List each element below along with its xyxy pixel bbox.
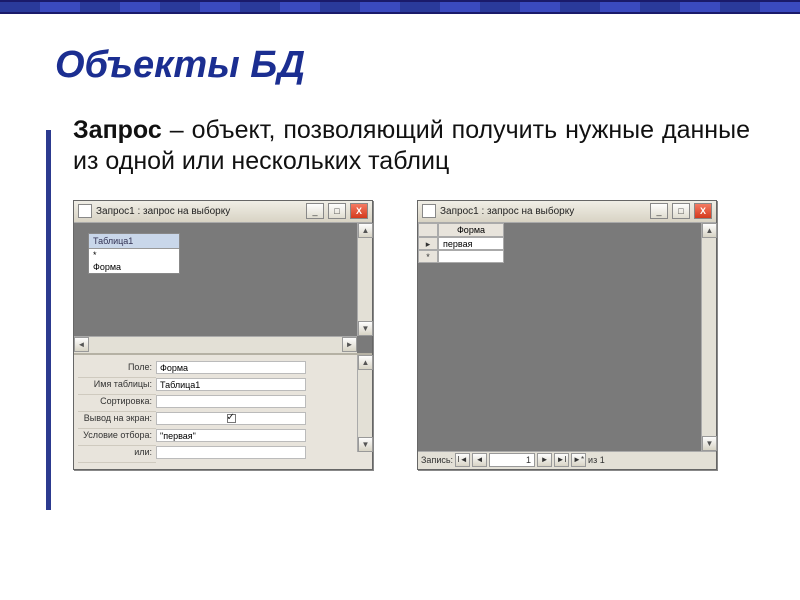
prop-value-or[interactable] [156, 446, 306, 459]
field-row[interactable]: * [89, 249, 179, 261]
slide-content: Объекты БД Запрос – объект, позволяющий … [0, 14, 800, 470]
nav-first-button[interactable]: I◄ [455, 453, 470, 467]
vertical-scrollbar[interactable]: ▲ ▼ [701, 223, 716, 451]
vertical-scrollbar[interactable]: ▲ ▼ [357, 355, 372, 451]
nav-last-button[interactable]: ►I [554, 453, 569, 467]
minimize-button[interactable]: _ [306, 203, 324, 219]
checkbox-icon[interactable] [227, 414, 236, 423]
decorative-top-bar [0, 0, 800, 14]
datasheet-body[interactable]: Форма ▸ первая * ▲ ▼ Запись: [418, 223, 716, 469]
table-fieldlist[interactable]: Таблица1 * Форма [88, 233, 180, 274]
term: Запрос [73, 116, 162, 144]
cell-value[interactable] [438, 250, 504, 263]
table-row[interactable]: ▸ первая [418, 237, 504, 250]
window-title: Запрос1 : запрос на выборку [440, 206, 646, 217]
vertical-scrollbar[interactable]: ▲ ▼ [357, 223, 372, 337]
nav-current-record[interactable]: 1 [489, 453, 535, 467]
titlebar[interactable]: Запрос1 : запрос на выборку _ □ X [74, 201, 372, 223]
scroll-down-icon[interactable]: ▼ [358, 437, 373, 452]
design-grid: Поле: Форма Имя таблицы: Таблица1 Сортир… [74, 355, 372, 468]
app-icon [78, 204, 92, 218]
property-grid: Поле: Форма Имя таблицы: Таблица1 Сортир… [78, 361, 368, 462]
nav-total: из 1 [588, 455, 605, 465]
scroll-down-icon[interactable]: ▼ [358, 321, 373, 336]
scroll-left-icon[interactable]: ◄ [74, 337, 89, 352]
definition: – объект, позволяющий получить нужные да… [73, 116, 750, 175]
prop-label: Имя таблицы: [78, 378, 156, 395]
prop-value-criteria[interactable]: "первая" [156, 429, 306, 442]
nav-label: Запись: [421, 455, 453, 465]
slide-body: Запрос – объект, позволяющий получить ну… [55, 115, 750, 178]
horizontal-scrollbar[interactable]: ◄ ► [74, 336, 357, 353]
row-marker[interactable]: ▸ [418, 237, 438, 250]
column-header[interactable]: Форма [438, 223, 504, 237]
scroll-right-icon[interactable]: ► [342, 337, 357, 352]
design-canvas[interactable]: Таблица1 * Форма ▲ ▼ ◄ ► [74, 223, 372, 356]
titlebar[interactable]: Запрос1 : запрос на выборку _ □ X [418, 201, 716, 223]
prop-label: Вывод на экран: [78, 412, 156, 429]
result-grid: Форма ▸ первая * [418, 223, 504, 263]
close-button[interactable]: X [350, 203, 368, 219]
result-header-row: Форма [418, 223, 504, 237]
scroll-up-icon[interactable]: ▲ [702, 223, 717, 238]
row-marker[interactable]: * [418, 250, 438, 263]
scroll-down-icon[interactable]: ▼ [702, 436, 717, 451]
nav-prev-button[interactable]: ◄ [472, 453, 487, 467]
maximize-button[interactable]: □ [672, 203, 690, 219]
nav-new-button[interactable]: ►* [571, 453, 586, 467]
record-navigator: Запись: I◄ ◄ 1 ► ►I ►* из 1 [418, 451, 716, 469]
scroll-up-icon[interactable]: ▲ [358, 223, 373, 238]
nav-next-button[interactable]: ► [537, 453, 552, 467]
prop-value-sort[interactable] [156, 395, 306, 408]
decorative-left-rule [46, 130, 51, 510]
scroll-up-icon[interactable]: ▲ [358, 355, 373, 370]
screenshots-row: Запрос1 : запрос на выборку _ □ X Таблиц… [55, 200, 750, 470]
row-selector-header[interactable] [418, 223, 438, 237]
window-title: Запрос1 : запрос на выборку [96, 206, 302, 217]
cell-value[interactable]: первая [438, 237, 504, 250]
prop-label: или: [78, 446, 156, 463]
prop-value-field[interactable]: Форма [156, 361, 306, 374]
query-design-window: Запрос1 : запрос на выборку _ □ X Таблиц… [73, 200, 373, 470]
prop-label: Сортировка: [78, 395, 156, 412]
prop-label: Поле: [78, 361, 156, 378]
maximize-button[interactable]: □ [328, 203, 346, 219]
prop-value-show[interactable] [156, 412, 306, 425]
slide-title: Объекты БД [55, 44, 750, 87]
minimize-button[interactable]: _ [650, 203, 668, 219]
app-icon [422, 204, 436, 218]
prop-value-tablename[interactable]: Таблица1 [156, 378, 306, 391]
table-name: Таблица1 [89, 234, 179, 249]
query-datasheet-window: Запрос1 : запрос на выборку _ □ X Форма … [417, 200, 717, 470]
field-row[interactable]: Форма [89, 261, 179, 273]
table-row[interactable]: * [418, 250, 504, 263]
close-button[interactable]: X [694, 203, 712, 219]
prop-label: Условие отбора: [78, 429, 156, 446]
